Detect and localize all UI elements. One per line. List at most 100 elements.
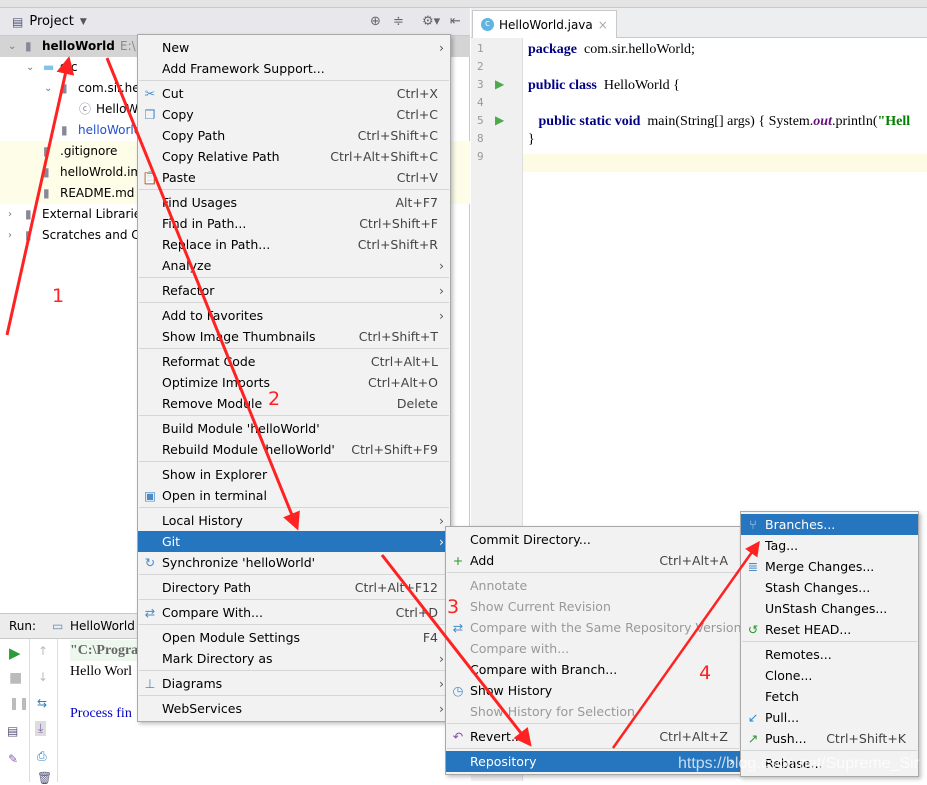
- menu-item-add-framework-support[interactable]: Add Framework Support...: [138, 58, 450, 79]
- menu-item-merge-changes[interactable]: ≣ Merge Changes...: [741, 556, 918, 577]
- chevron-right-icon[interactable]: ›: [8, 225, 12, 246]
- print-icon[interactable]: ⎙: [37, 749, 47, 764]
- menu-item-replace-in-path[interactable]: Replace in Path... Ctrl+Shift+R: [138, 234, 450, 255]
- menu-item-fetch[interactable]: Fetch: [741, 686, 918, 707]
- hide-panel-icon[interactable]: ⇤: [450, 14, 461, 29]
- menu-item-show-history-for-selection[interactable]: Show History for Selection: [446, 701, 740, 722]
- pause-icon[interactable]: ❚❚: [9, 696, 29, 710]
- menu-item-directory-path[interactable]: Directory Path Ctrl+Alt+F12: [138, 577, 450, 598]
- menu-item-show-history[interactable]: ◷ Show History: [446, 680, 740, 701]
- menu-item-label: Remotes...: [765, 647, 832, 662]
- console-icon: ▭: [52, 619, 64, 633]
- menu-item-commit-directory[interactable]: Commit Directory...: [446, 529, 740, 550]
- collapse-all-icon[interactable]: ≑: [393, 14, 404, 29]
- menu-item-copy[interactable]: ❐ Copy Ctrl+C: [138, 104, 450, 125]
- menu-item-branches[interactable]: ⑂ Branches...: [741, 514, 918, 535]
- pin-icon[interactable]: ✎: [8, 752, 18, 766]
- menu-item-optimize-imports[interactable]: Optimize Imports Ctrl+Alt+O: [138, 372, 450, 393]
- layout-icon[interactable]: ▤: [7, 724, 18, 738]
- arrow-down-icon[interactable]: ↓: [38, 670, 48, 684]
- menu-item-webservices[interactable]: WebServices ›: [138, 698, 450, 719]
- menu-item-label: Local History: [162, 513, 243, 528]
- menu-item-annotate[interactable]: Annotate: [446, 575, 740, 596]
- menu-item-show-in-explorer[interactable]: Show in Explorer: [138, 464, 450, 485]
- arrow-up-icon[interactable]: ↑: [38, 644, 48, 658]
- project-view-selector[interactable]: Project: [29, 14, 73, 29]
- menu-item-label: Compare with Branch...: [470, 662, 618, 677]
- chevron-down-icon[interactable]: ⌄: [8, 36, 16, 57]
- chevron-right-icon[interactable]: ›: [8, 204, 12, 225]
- menu-item-build-module-helloworld[interactable]: Build Module 'helloWorld': [138, 418, 450, 439]
- menu-item-copy-relative-path[interactable]: Copy Relative Path Ctrl+Alt+Shift+C: [138, 146, 450, 167]
- menu-item-git[interactable]: Git ›: [138, 531, 450, 552]
- run-gutter-icon[interactable]: ▶: [495, 77, 504, 91]
- run-gutter-icon[interactable]: ▶: [495, 113, 504, 127]
- menu-item-local-history[interactable]: Local History ›: [138, 510, 450, 531]
- line-number: 9: [477, 150, 484, 163]
- current-line-highlight: [523, 154, 927, 172]
- trash-icon[interactable]: 🗑: [37, 771, 52, 785]
- menu-item-copy-path[interactable]: Copy Path Ctrl+Shift+C: [138, 125, 450, 146]
- menu-item-compare-with-the-same-repository-version[interactable]: ⇄ Compare with the Same Repository Versio…: [446, 617, 742, 638]
- menu-item-clone[interactable]: Clone...: [741, 665, 918, 686]
- menu-item-rebuild-module-helloworld[interactable]: Rebuild Module 'helloWorld' Ctrl+Shift+F9: [138, 439, 450, 460]
- menu-item-label: Analyze: [162, 258, 212, 273]
- menu-item-push[interactable]: ↗ Push... Ctrl+Shift+K: [741, 728, 918, 749]
- menu-item-unstash-changes[interactable]: UnStash Changes...: [741, 598, 918, 619]
- menu-item-cut[interactable]: ✂ Cut Ctrl+X: [138, 83, 450, 104]
- menu-item-add-to-favorites[interactable]: Add to Favorites ›: [138, 305, 450, 326]
- stop-icon[interactable]: ■: [9, 670, 22, 686]
- shortcut: Ctrl+X: [396, 86, 438, 101]
- menu-item-tag[interactable]: Tag...: [741, 535, 918, 556]
- menu-item-reformat-code[interactable]: Reformat Code Ctrl+Alt+L: [138, 351, 450, 372]
- menu-item-compare-with[interactable]: Compare with...: [446, 638, 740, 659]
- menu-item-pull[interactable]: ↙ Pull...: [741, 707, 918, 728]
- menu-item-show-image-thumbnails[interactable]: Show Image Thumbnails Ctrl+Shift+T: [138, 326, 450, 347]
- menu-item-revert[interactable]: ↶ Revert... Ctrl+Alt+Z: [446, 726, 740, 747]
- menu-item-reset-head[interactable]: ↺ Reset HEAD...: [741, 619, 918, 640]
- menu-item-open-in-terminal[interactable]: ▣ Open in terminal: [138, 485, 450, 506]
- gear-icon[interactable]: ⚙▾: [422, 14, 440, 29]
- menu-item-label: Add Framework Support...: [162, 61, 325, 76]
- locate-icon[interactable]: ⊕: [370, 14, 381, 29]
- menu-item-remove-module[interactable]: Remove Module Delete: [138, 393, 450, 414]
- menu-item-mark-directory-as[interactable]: Mark Directory as ›: [138, 648, 450, 669]
- menu-item-compare-with-branch[interactable]: Compare with Branch...: [446, 659, 740, 680]
- menu-item-analyze[interactable]: Analyze ›: [138, 255, 450, 276]
- scratches-icon: ▮: [25, 228, 32, 242]
- menu-item-label: Tag...: [765, 538, 799, 553]
- step-number: 4: [699, 662, 712, 684]
- menu-item-label: Synchronize 'helloWorld': [162, 555, 316, 570]
- menu-item-label: Refactor: [162, 283, 215, 298]
- menu-item-new[interactable]: New ›: [138, 37, 450, 58]
- menu-item-label: Open in terminal: [162, 488, 267, 503]
- menu-item-show-current-revision[interactable]: Show Current Revision: [446, 596, 740, 617]
- menu-item-paste[interactable]: 📋 Paste Ctrl+V: [138, 167, 450, 188]
- menu-item-add[interactable]: + Add Ctrl+Alt+A: [446, 550, 740, 571]
- menu-item-compare-with[interactable]: ⇄ Compare With... Ctrl+D: [138, 602, 450, 623]
- submenu-arrow-icon: ›: [439, 701, 444, 716]
- menu-item-label: Show in Explorer: [162, 467, 268, 482]
- chevron-down-icon[interactable]: ▼: [80, 17, 87, 27]
- shortcut: Ctrl+Shift+F9: [351, 442, 438, 457]
- console-output[interactable]: "C:\Progra Hello Worl Process fin: [70, 640, 139, 724]
- chevron-down-icon[interactable]: ⌄: [26, 57, 34, 78]
- menu-item-stash-changes[interactable]: Stash Changes...: [741, 577, 918, 598]
- menu-item-diagrams[interactable]: ⊥ Diagrams ›: [138, 673, 450, 694]
- run-tab[interactable]: HelloWorld: [70, 619, 135, 633]
- menu-item-find-in-path[interactable]: Find in Path... Ctrl+Shift+F: [138, 213, 450, 234]
- rerun-icon[interactable]: ▶: [9, 644, 21, 662]
- scroll-to-end-icon[interactable]: ⤓: [35, 721, 47, 736]
- menu-item-open-module-settings[interactable]: Open Module Settings F4: [138, 627, 450, 648]
- menu-item-synchronize-helloworld[interactable]: ↻ Synchronize 'helloWorld': [138, 552, 450, 573]
- menu-item-refactor[interactable]: Refactor ›: [138, 280, 450, 301]
- close-icon[interactable]: ×: [598, 18, 608, 32]
- menu-item-find-usages[interactable]: Find Usages Alt+F7: [138, 192, 450, 213]
- menu-item-label: Compare with...: [470, 641, 570, 656]
- chevron-down-icon[interactable]: ⌄: [44, 78, 52, 99]
- tab-helloworld-java[interactable]: c HelloWorld.java ×: [472, 10, 617, 38]
- menu-item-label: Compare With...: [162, 605, 263, 620]
- soft-wrap-icon[interactable]: ⇆: [37, 696, 47, 710]
- menu-item-remotes[interactable]: Remotes...: [741, 644, 918, 665]
- submenu-arrow-icon: ›: [439, 513, 444, 528]
